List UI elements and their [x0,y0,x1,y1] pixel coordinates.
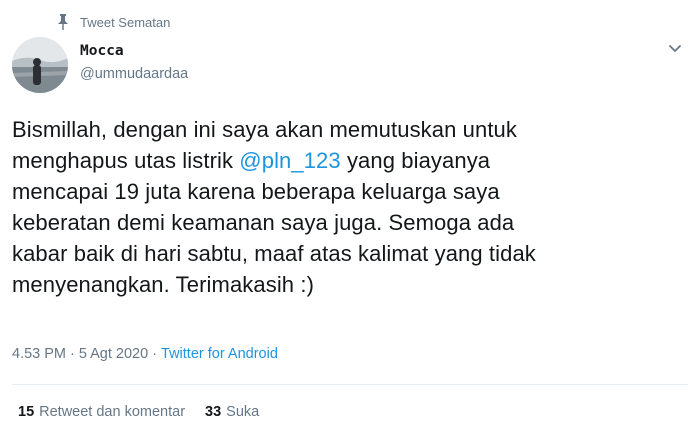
tweet-line: menghapus utas listrik @pln_123 yang bia… [12,145,682,176]
tweet-line: kabar baik di hari sabtu, maaf atas kali… [12,241,536,266]
pin-icon [58,14,68,30]
likes-count: 33 [205,404,222,420]
tweet-text: Bismillah, dengan ini saya akan memutusk… [12,114,682,300]
user-display-name[interactable]: Mocca [80,43,124,59]
pinned-label: Tweet Sematan [80,14,171,30]
likes-label: Suka [226,404,260,420]
user-handle[interactable]: @ummudaardaa [80,66,188,82]
tweet-text-segment: menghapus utas listrik [12,148,240,173]
tweet-line: keberatan demi keamanan saya juga. Semog… [12,210,515,235]
mention-link[interactable]: @pln_123 [239,148,340,173]
tweet-text-segment: yang biayanya [340,148,491,173]
tweet-source-link[interactable]: Twitter for Android [161,346,278,362]
avatar[interactable] [12,37,68,93]
meta-separator: · [70,346,75,362]
tweet-line: Bismillah, dengan ini saya akan memutusk… [12,117,517,142]
meta-separator: · [152,346,158,362]
retweets-count: 15 [18,404,35,420]
retweets-label: Retweet dan komentar [39,404,186,420]
tweet-date[interactable]: 5 Agt 2020 [79,346,148,362]
divider [12,384,688,385]
chevron-down-icon[interactable] [668,44,682,54]
tweet-meta: 4.53 PM · 5 Agt 2020 · Twitter for Andro… [12,346,278,362]
tweet-line: menyenangkan. Terimakasih :) [12,272,314,297]
pinned-tweet-indicator: Tweet Sematan [56,12,170,32]
retweets-stat[interactable]: 15 Retweet dan komentar [18,404,185,420]
likes-stat[interactable]: 33 Suka [205,404,259,420]
tweet-stats: 15 Retweet dan komentar 33 Suka [18,404,279,420]
tweet-time[interactable]: 4.53 PM [12,346,66,362]
avatar-image [12,37,68,93]
tweet-line: mencapai 19 juta karena beberapa keluarg… [12,179,500,204]
